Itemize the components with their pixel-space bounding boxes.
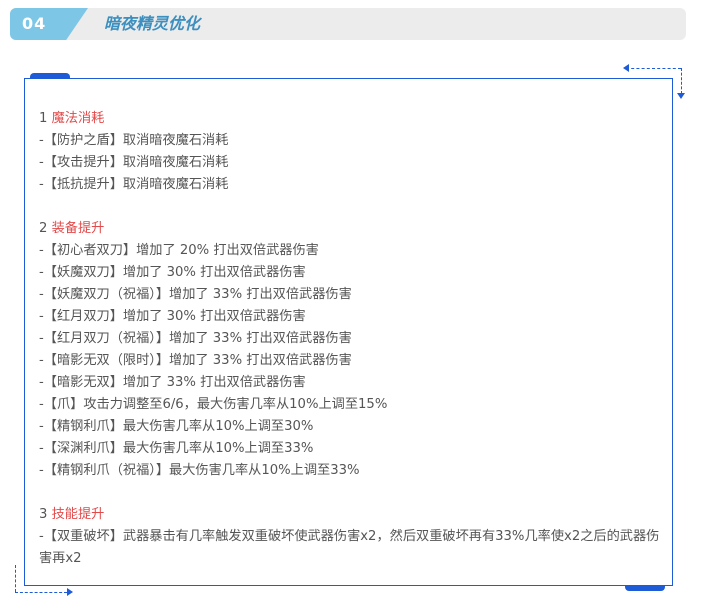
decorative-dashed-line: [626, 68, 681, 69]
decorative-dashed-line: [15, 592, 67, 593]
list-item: -【爪】攻击力调整至6/6，最大伤害几率从10%上调至15%: [39, 397, 388, 412]
patch-notes: 1 魔法消耗 -【防护之盾】取消暗夜魔石消耗 -【攻击提升】取消暗夜魔石消耗 -…: [39, 108, 664, 592]
section-equipment: 2 装备提升 -【初心者双刀】增加了 20% 打出双倍武器伤害 -【妖魔双刀】增…: [39, 218, 664, 482]
list-item: -【妖魔双刀】增加了 30% 打出双倍武器伤害: [39, 265, 306, 280]
frame-tab-decoration: [30, 73, 70, 79]
section-heading-title: 魔法消耗: [51, 111, 105, 126]
section-heading-number: 2: [39, 221, 48, 236]
section-skills: 3 技能提升 -【双重破坏】武器暴击有几率触发双重破坏使武器伤害x2，然后双重破…: [39, 504, 664, 570]
section-header: 04 暗夜精灵优化: [10, 8, 686, 40]
section-magic-cost: 1 魔法消耗 -【防护之盾】取消暗夜魔石消耗 -【攻击提升】取消暗夜魔石消耗 -…: [39, 108, 664, 196]
section-heading-number: 3: [39, 507, 48, 522]
list-item: -【攻击提升】取消暗夜魔石消耗: [39, 155, 229, 170]
list-item: -【红月双刀（祝福）】增加了 33% 打出双倍武器伤害: [39, 331, 352, 346]
list-item: -【初心者双刀】增加了 20% 打出双倍武器伤害: [39, 243, 319, 258]
list-item: -【精钢利爪】最大伤害几率从10%上调至30%: [39, 419, 314, 434]
section-number-badge: 04: [10, 8, 88, 40]
list-item: -【防护之盾】取消暗夜魔石消耗: [39, 133, 229, 148]
section-heading-title: 装备提升: [51, 221, 105, 236]
list-item: -【暗影无双（限时）】增加了 33% 打出双倍武器伤害: [39, 353, 352, 368]
decorative-dashed-line: [15, 565, 16, 592]
section-heading-number: 1: [39, 111, 48, 126]
list-item: -【暗影无双】增加了 33% 打出双倍武器伤害: [39, 375, 306, 390]
list-item: -【红月双刀】增加了 30% 打出双倍武器伤害: [39, 309, 306, 324]
section-heading-title: 技能提升: [51, 507, 105, 522]
list-item: -【深渊利爪】最大伤害几率从10%上调至33%: [39, 441, 314, 456]
list-item: -【双重破坏】武器暴击有几率触发双重破坏使武器伤害x2，然后双重破坏再有33%几…: [39, 529, 660, 566]
arrow-down-icon: [677, 93, 685, 99]
list-item: -【妖魔双刀（祝福）】增加了 33% 打出双倍武器伤害: [39, 287, 352, 302]
section-heading: 1 魔法消耗: [39, 108, 664, 130]
decorative-dashed-line: [681, 68, 682, 94]
section-heading: 2 装备提升: [39, 218, 664, 240]
list-item: -【抵抗提升】取消暗夜魔石消耗: [39, 177, 229, 192]
section-title: 暗夜精灵优化: [104, 14, 201, 33]
arrow-left-icon: [623, 64, 629, 72]
list-item: -【精钢利爪（祝福）】最大伤害几率从10%上调至33%: [39, 463, 360, 478]
section-heading: 3 技能提升: [39, 504, 664, 526]
